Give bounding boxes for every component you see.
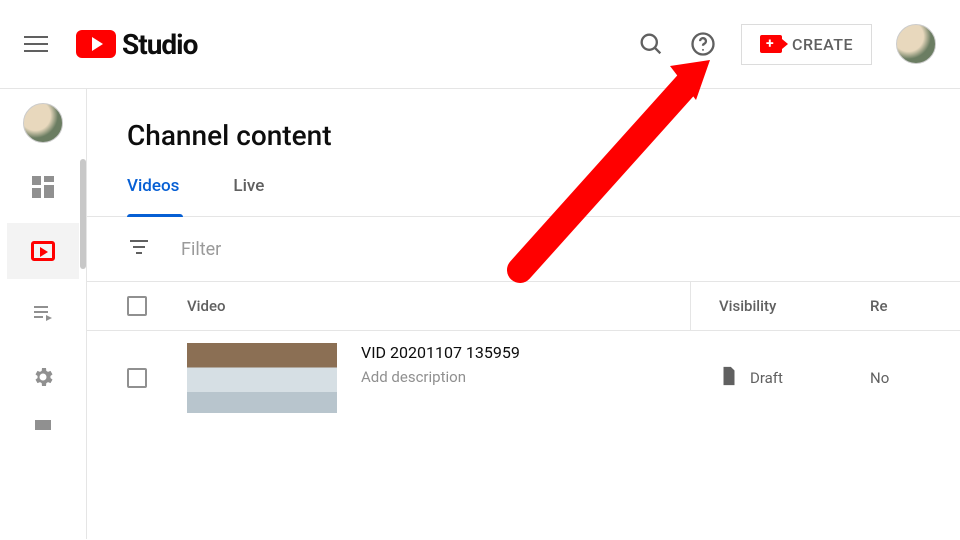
filter-icon	[127, 235, 151, 263]
table-header: Video Visibility Re	[87, 282, 960, 331]
menu-icon[interactable]	[24, 32, 48, 56]
col-header-video[interactable]: Video	[187, 297, 690, 315]
sidebar	[0, 89, 86, 539]
dashboard-icon	[32, 176, 54, 198]
row-checkbox[interactable]	[127, 368, 147, 388]
page-title: Channel content	[87, 89, 960, 176]
tabs: Videos Live	[87, 176, 960, 217]
create-button[interactable]: CREATE	[741, 24, 872, 65]
video-title[interactable]: VID 20201107 135959	[361, 343, 520, 362]
main: Channel content Videos Live Filter Video…	[86, 89, 960, 539]
video-description-placeholder[interactable]: Add description	[361, 368, 520, 386]
help-icon[interactable]	[689, 30, 717, 58]
create-video-icon	[760, 35, 782, 53]
topbar-right: CREATE	[637, 24, 936, 65]
tab-videos[interactable]: Videos	[127, 176, 179, 216]
tab-label: Videos	[127, 176, 179, 196]
body: Channel content Videos Live Filter Video…	[0, 89, 960, 539]
sidebar-item-playlists[interactable]	[7, 287, 79, 343]
topbar: Studio CREATE	[0, 0, 960, 88]
table-row[interactable]: VID 20201107 135959 Add description Draf…	[87, 331, 960, 413]
studio-logo[interactable]: Studio	[76, 28, 197, 61]
tab-label: Live	[233, 176, 264, 196]
sidebar-item-extra[interactable]	[7, 415, 79, 445]
sidebar-item-settings[interactable]	[7, 351, 79, 407]
channel-avatar[interactable]	[23, 103, 63, 143]
playlist-icon	[31, 301, 55, 329]
content-icon	[31, 241, 55, 261]
tab-live[interactable]: Live	[233, 176, 264, 216]
sidebar-scrollbar[interactable]	[80, 159, 86, 269]
logo-text: Studio	[122, 28, 197, 61]
sidebar-item-dashboard[interactable]	[7, 159, 79, 215]
row-visibility[interactable]: Draft	[690, 365, 870, 391]
select-all-checkbox[interactable]	[127, 296, 147, 316]
search-icon[interactable]	[637, 30, 665, 58]
video-thumbnail[interactable]	[187, 343, 337, 413]
col-header-visibility[interactable]: Visibility	[690, 282, 870, 330]
sidebar-item-content[interactable]	[7, 223, 79, 279]
visibility-label: Draft	[750, 369, 783, 387]
draft-icon	[718, 365, 740, 391]
gear-icon	[31, 365, 55, 393]
avatar[interactable]	[896, 24, 936, 64]
row-re: No	[870, 369, 920, 387]
create-button-label: CREATE	[792, 35, 853, 54]
col-header-re[interactable]: Re	[870, 297, 920, 315]
filter-input[interactable]: Filter	[181, 239, 221, 260]
feedback-icon	[31, 416, 55, 444]
filter-row[interactable]: Filter	[87, 217, 960, 282]
youtube-play-icon	[76, 30, 116, 58]
